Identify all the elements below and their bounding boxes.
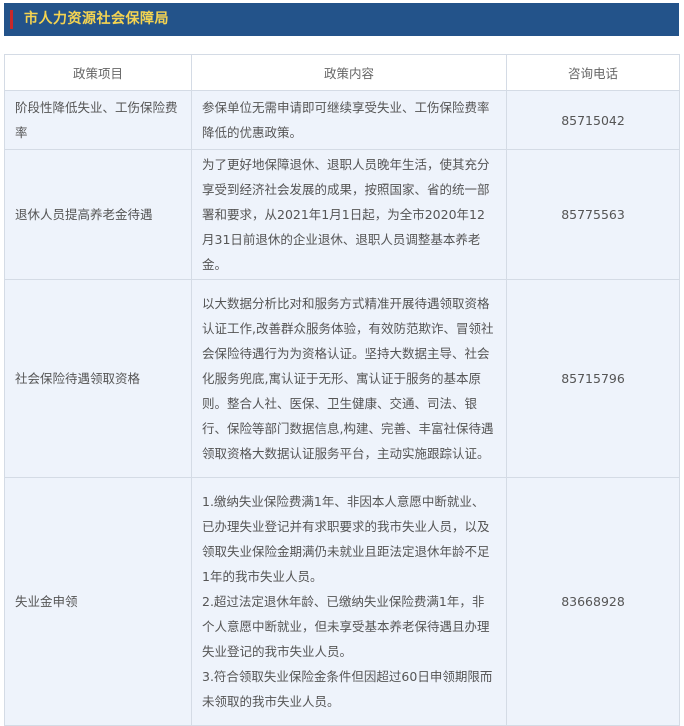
policy-table: 政策项目 政策内容 咨询电话 阶段性降低失业、工伤保险费率 参保单位无需申请即可…	[4, 54, 680, 726]
column-header-content: 政策内容	[191, 54, 507, 91]
policy-phone: 85715796	[506, 279, 680, 478]
policy-content-paragraph: 以大数据分析比对和服务方式精准开展待遇领取资格认证工作,改善群众服务体验，有效防…	[202, 296, 494, 461]
policy-phone: 85715042	[506, 90, 680, 150]
policy-phone: 83668928	[506, 477, 680, 726]
table-row: 阶段性降低失业、工伤保险费率 参保单位无需申请即可继续享受失业、工伤保险费率降低…	[4, 90, 680, 150]
table-row: 退休人员提高养老金待遇 为了更好地保障退休、退职人员晚年生活，使其充分享受到经济…	[4, 149, 680, 280]
policy-item: 退休人员提高养老金待遇	[4, 149, 192, 280]
policy-content-paragraph: 为了更好地保障退休、退职人员晚年生活，使其充分享受到经济社会发展的成果，按照国家…	[202, 157, 490, 272]
policy-content-paragraph: 2.超过法定退休年龄、已缴纳失业保险费满1年，非个人意愿中断就业，但未享受基本养…	[202, 594, 490, 659]
table-header-row: 政策项目 政策内容 咨询电话	[4, 54, 680, 91]
policy-content: 以大数据分析比对和服务方式精准开展待遇领取资格认证工作,改善群众服务体验，有效防…	[191, 279, 507, 478]
policy-content: 1.缴纳失业保险费满1年、非因本人意愿中断就业、已办理失业登记并有求职要求的我市…	[191, 477, 507, 726]
policy-item: 失业金申领	[4, 477, 192, 726]
accent-bar	[10, 10, 13, 29]
column-header-item: 政策项目	[4, 54, 192, 91]
policy-content-paragraph: 1.缴纳失业保险费满1年、非因本人意愿中断就业、已办理失业登记并有求职要求的我市…	[202, 494, 490, 584]
policy-content: 参保单位无需申请即可继续享受失业、工伤保险费率降低的优惠政策。	[191, 90, 507, 150]
column-header-phone: 咨询电话	[506, 54, 680, 91]
table-row: 社会保险待遇领取资格 以大数据分析比对和服务方式精准开展待遇领取资格认证工作,改…	[4, 279, 680, 478]
policy-content-paragraph: 3.符合领取失业保险金条件但因超过60日申领期限而未领取的我市失业人员。	[202, 669, 493, 709]
header-bar: 市人力资源社会保障局	[4, 3, 679, 36]
policy-phone: 85775563	[506, 149, 680, 280]
policy-content: 为了更好地保障退休、退职人员晚年生活，使其充分享受到经济社会发展的成果，按照国家…	[191, 149, 507, 280]
table-row: 失业金申领 1.缴纳失业保险费满1年、非因本人意愿中断就业、已办理失业登记并有求…	[4, 477, 680, 726]
policy-item: 阶段性降低失业、工伤保险费率	[4, 90, 192, 150]
policy-item: 社会保险待遇领取资格	[4, 279, 192, 478]
page-title: 市人力资源社会保障局	[24, 11, 169, 27]
policy-content-paragraph: 参保单位无需申请即可继续享受失业、工伤保险费率降低的优惠政策。	[202, 100, 490, 140]
